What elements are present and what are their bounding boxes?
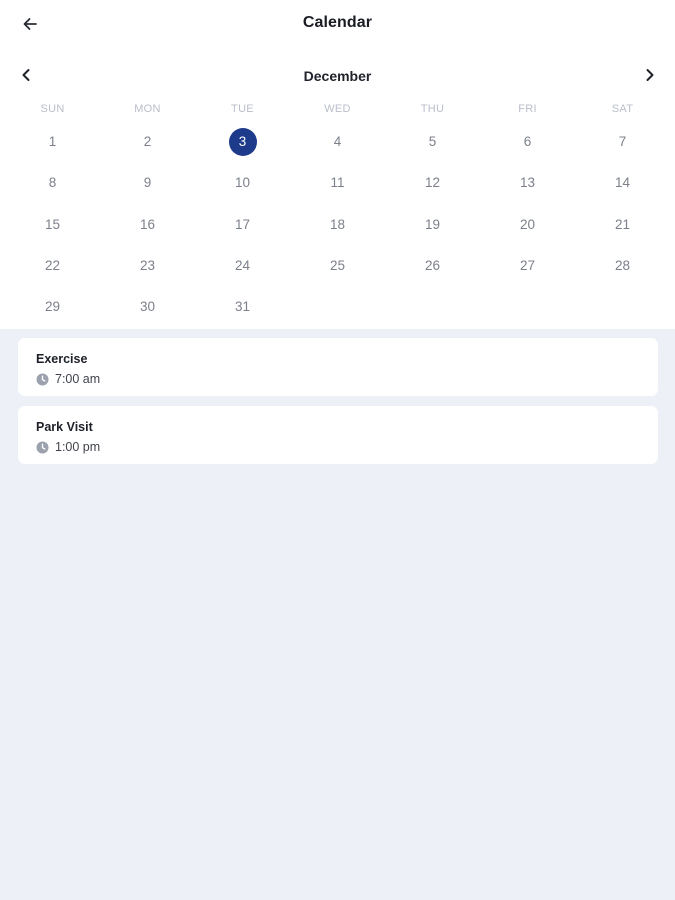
- weekday-label: SUN: [40, 103, 65, 115]
- app-bar: Calendar: [0, 0, 675, 50]
- month-navigation: December: [0, 60, 675, 90]
- day-cell[interactable]: 16: [100, 204, 195, 245]
- day-number: 8: [48, 175, 57, 191]
- day-number: 16: [139, 216, 156, 232]
- day-cell[interactable]: 22: [5, 245, 100, 286]
- day-number: 13: [519, 175, 536, 191]
- day-cell[interactable]: 20: [480, 204, 575, 245]
- day-cell[interactable]: 9: [100, 162, 195, 203]
- day-cell[interactable]: 4: [290, 121, 385, 162]
- day-cell[interactable]: 14: [575, 162, 670, 203]
- month-label: December: [303, 68, 372, 84]
- day-cell[interactable]: 12: [385, 162, 480, 203]
- event-card[interactable]: Park Visit 1:00 pm: [18, 406, 658, 464]
- event-time: 1:00 pm: [55, 440, 101, 454]
- day-cell[interactable]: 24: [195, 245, 290, 286]
- day-cell[interactable]: 23: [100, 245, 195, 286]
- day-number: 14: [614, 175, 631, 191]
- day-cell[interactable]: 10: [195, 162, 290, 203]
- weekday-label: TUE: [231, 103, 254, 115]
- day-number: 21: [614, 216, 631, 232]
- day-number: 22: [44, 258, 61, 274]
- calendar-panel: Calendar December SUN MON TUE WED THU FR…: [0, 0, 675, 329]
- day-number: 5: [428, 134, 437, 150]
- event-time: 7:00 am: [55, 372, 101, 386]
- day-number: 25: [329, 258, 346, 274]
- day-cell[interactable]: 6: [480, 121, 575, 162]
- day-number: 19: [424, 216, 441, 232]
- day-number: 17: [234, 216, 251, 232]
- day-number: 15: [44, 216, 61, 232]
- day-cell[interactable]: 13: [480, 162, 575, 203]
- weekday-label: SAT: [611, 103, 634, 115]
- day-cell[interactable]: 7: [575, 121, 670, 162]
- day-cell[interactable]: 28: [575, 245, 670, 286]
- weekday-label: THU: [420, 103, 445, 115]
- day-cell[interactable]: 30: [100, 286, 195, 327]
- day-number: 9: [143, 175, 152, 191]
- day-cell[interactable]: 27: [480, 245, 575, 286]
- day-number: 6: [523, 134, 532, 150]
- day-cell-selected[interactable]: 3: [195, 121, 290, 162]
- selected-day-number: 3: [228, 127, 257, 156]
- day-cell[interactable]: 1: [5, 121, 100, 162]
- day-cell[interactable]: 11: [290, 162, 385, 203]
- day-number: 10: [234, 175, 251, 191]
- weekday-label: WED: [324, 103, 351, 115]
- event-time-row: 1:00 pm: [36, 440, 100, 454]
- day-cell[interactable]: 19: [385, 204, 480, 245]
- day-number: 18: [329, 216, 346, 232]
- clock-icon: [36, 373, 49, 386]
- chevron-right-icon: [644, 68, 656, 82]
- day-cell[interactable]: 21: [575, 204, 670, 245]
- weekday-label: MON: [134, 103, 161, 115]
- next-month-button[interactable]: [637, 62, 663, 88]
- day-number: 26: [424, 258, 441, 274]
- day-number: 31: [234, 299, 251, 315]
- day-number: 1: [48, 134, 57, 150]
- weekday-header: SUN MON TUE WED THU FRI SAT: [5, 101, 670, 117]
- day-cell[interactable]: 8: [5, 162, 100, 203]
- event-title: Exercise: [36, 352, 88, 366]
- day-number: 11: [330, 175, 345, 191]
- day-number: 29: [44, 299, 61, 315]
- day-cell[interactable]: 18: [290, 204, 385, 245]
- day-cell[interactable]: 5: [385, 121, 480, 162]
- event-card[interactable]: Exercise 7:00 am: [18, 338, 658, 396]
- day-number: 7: [618, 134, 627, 150]
- day-number: 28: [614, 258, 631, 274]
- day-number: 23: [139, 258, 156, 274]
- day-number: 20: [519, 216, 536, 232]
- day-number: 12: [424, 175, 441, 191]
- page-title: Calendar: [302, 14, 373, 31]
- clock-icon: [36, 441, 49, 454]
- event-list: Exercise 7:00 am Park Visit 1:00 pm: [18, 338, 658, 474]
- day-cell[interactable]: 26: [385, 245, 480, 286]
- day-number: 4: [333, 134, 342, 150]
- day-number: 24: [234, 258, 251, 274]
- event-title: Park Visit: [36, 420, 93, 434]
- day-number: 27: [519, 258, 536, 274]
- day-cell[interactable]: 2: [100, 121, 195, 162]
- day-number: 30: [139, 299, 156, 315]
- event-time-row: 7:00 am: [36, 372, 100, 386]
- day-cell[interactable]: 31: [195, 286, 290, 327]
- weekday-label: FRI: [518, 103, 537, 115]
- day-cell[interactable]: 15: [5, 204, 100, 245]
- day-cell[interactable]: 29: [5, 286, 100, 327]
- day-cell[interactable]: 17: [195, 204, 290, 245]
- day-grid: 1 2 3 4 5 6 7 8 9 10 11 12 13 14 15 16 1…: [5, 121, 670, 327]
- day-number: 2: [143, 134, 152, 150]
- day-cell[interactable]: 25: [290, 245, 385, 286]
